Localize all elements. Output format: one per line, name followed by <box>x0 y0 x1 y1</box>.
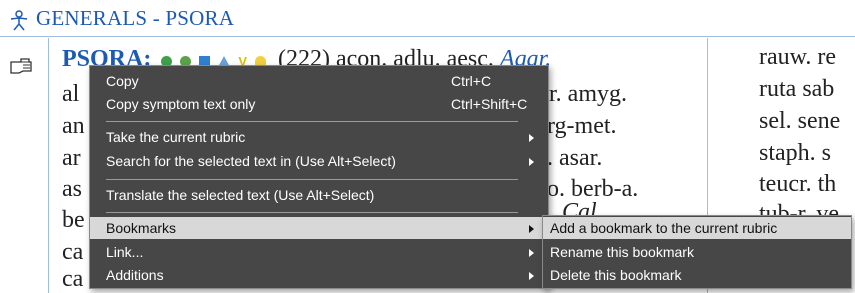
submenu-arrow-icon <box>529 272 534 280</box>
right-line-5: teucr. th <box>759 171 837 197</box>
menu-item-bookmarks[interactable]: Bookmarks <box>90 217 548 239</box>
menu-item-label: Add a bookmark to the current rubric <box>550 220 778 236</box>
left-line-1-suffix: or. amyg. <box>537 81 627 107</box>
submenu-arrow-icon <box>529 225 534 233</box>
menu-item-label: Copy symptom text only <box>106 96 256 112</box>
menu-item-label: Take the current rubric <box>106 129 246 145</box>
left-line-4-prefix: as <box>62 176 82 202</box>
left-line-7-prefix: ca <box>62 266 84 292</box>
bookmarks-submenu: Add a bookmark to the current rubric Ren… <box>542 215 852 289</box>
menu-item-take-current-rubric[interactable]: Take the current rubric <box>90 126 548 148</box>
human-figure-icon <box>10 10 28 31</box>
header-divider <box>0 36 855 37</box>
menu-item-label: Translate the selected text (Use Alt+Sel… <box>106 187 375 203</box>
menu-item-copy-symptom-text[interactable]: Copy symptom text only Ctrl+Shift+C <box>90 93 548 115</box>
column-divider-left <box>48 38 49 293</box>
left-line-3-prefix: ar <box>62 145 81 171</box>
menu-item-copy[interactable]: Copy Ctrl+C <box>90 70 548 92</box>
left-line-1-prefix: al <box>62 81 80 107</box>
menu-item-label: Copy <box>106 73 139 89</box>
menu-item-label: Bookmarks <box>106 220 177 236</box>
menu-item-shortcut: Ctrl+C <box>451 73 492 89</box>
pointing-hand-icon <box>10 58 32 74</box>
menu-item-delete-bookmark[interactable]: Delete this bookmark <box>543 264 851 286</box>
submenu-arrow-icon <box>529 134 534 142</box>
menu-separator <box>106 121 518 122</box>
submenu-arrow-icon <box>529 158 534 166</box>
right-line-1: rauw. re <box>759 44 837 70</box>
submenu-arrow-icon <box>529 249 534 257</box>
menu-item-rename-bookmark[interactable]: Rename this bookmark <box>543 241 851 263</box>
page-title: GENERALS - PSORA <box>36 6 235 30</box>
menu-separator <box>106 179 518 180</box>
menu-item-translate-selected-text[interactable]: Translate the selected text (Use Alt+Sel… <box>90 184 548 206</box>
left-line-2-suffix: rg-met. <box>547 113 617 139</box>
menu-separator <box>106 212 518 213</box>
menu-item-label: Rename this bookmark <box>550 244 694 260</box>
menu-item-label: Link... <box>106 244 144 260</box>
menu-item-additions[interactable]: Additions <box>90 264 548 286</box>
context-menu: Copy Ctrl+C Copy symptom text only Ctrl+… <box>89 65 549 289</box>
menu-item-label: Search for the selected text in (Use Alt… <box>106 153 396 169</box>
left-line-5-prefix: be <box>62 207 85 233</box>
left-line-6-prefix: ca <box>62 239 84 265</box>
page-header: GENERALS - PSORA <box>0 0 855 37</box>
menu-item-shortcut: Ctrl+Shift+C <box>451 96 528 112</box>
right-line-4: staph. s <box>759 140 831 166</box>
left-line-3-suffix: . asar. <box>547 145 603 171</box>
menu-item-label: Delete this bookmark <box>550 267 682 283</box>
menu-item-label: Additions <box>106 267 164 283</box>
right-line-2: ruta sab <box>759 76 835 102</box>
left-line-2-prefix: an <box>62 113 85 139</box>
menu-item-add-bookmark[interactable]: Add a bookmark to the current rubric <box>543 217 851 239</box>
right-line-3: sel. sene <box>759 108 841 134</box>
menu-item-search-selected-text[interactable]: Search for the selected text in (Use Alt… <box>90 150 548 172</box>
menu-item-link[interactable]: Link... <box>90 241 548 263</box>
